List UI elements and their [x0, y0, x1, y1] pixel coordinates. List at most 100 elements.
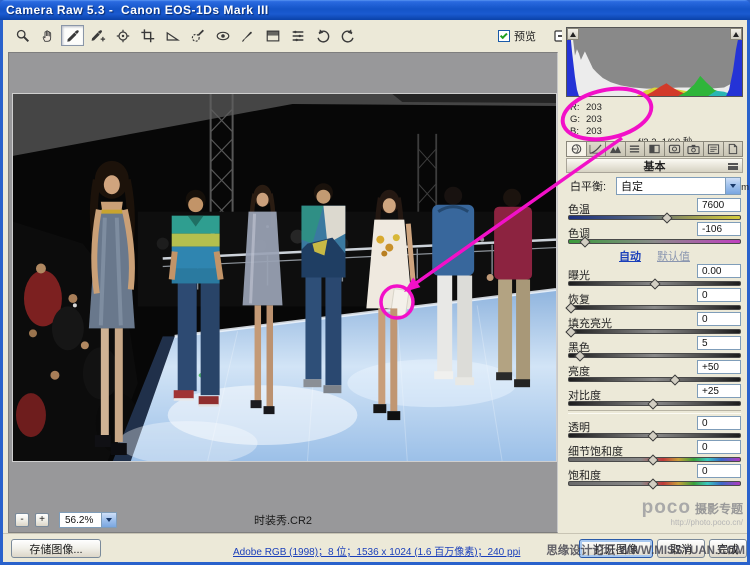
save-image-button[interactable]: 存储图像...: [11, 539, 101, 558]
highlight-clipping-icon: [733, 32, 739, 37]
saturation-value[interactable]: 0: [697, 464, 741, 478]
tone-curve-tab-icon: [588, 143, 603, 155]
exposure-value[interactable]: 0.00: [697, 264, 741, 278]
footer-bar: 存储图像... Adobe RGB (1998)；8 位；1536 x 1024…: [3, 533, 747, 562]
model-teal-polo: [172, 190, 221, 407]
recovery-value[interactable]: 0: [697, 288, 741, 302]
basic-section-title: 基本: [644, 158, 666, 174]
fill-light-track[interactable]: [568, 328, 741, 336]
preferences-tool[interactable]: [286, 25, 309, 46]
tab-tone-curve[interactable]: [587, 141, 607, 157]
saturation-track[interactable]: [568, 480, 741, 488]
detail-tab-icon: [608, 143, 623, 155]
white-balance-eyedropper-icon: [65, 28, 81, 44]
graduated-filter-tool[interactable]: [261, 25, 284, 46]
preview-label: 预览: [514, 28, 536, 44]
rotate-left-tool[interactable]: [311, 25, 334, 46]
slider-temperature: 色温 7600: [568, 200, 741, 222]
brightness-value[interactable]: +50: [697, 360, 741, 374]
tab-split-toning[interactable]: [645, 141, 665, 157]
slider-clarity: 透明 0: [568, 418, 741, 440]
tab-hsl-grayscale[interactable]: [626, 141, 646, 157]
exposure-track[interactable]: [568, 280, 741, 288]
adjustment-brush-tool[interactable]: [236, 25, 259, 46]
rgb-value-row: B:203: [570, 126, 602, 138]
missyuan-watermark: 思缘设计论坛·WWW.MISSYUAN.COM: [546, 542, 745, 558]
tab-basic[interactable]: [566, 141, 587, 157]
tab-lens-corrections[interactable]: [665, 141, 685, 157]
slider-contrast: 对比度 +25: [568, 386, 741, 408]
contrast-value[interactable]: +25: [697, 384, 741, 398]
recovery-track[interactable]: [568, 304, 741, 312]
white-balance-label: 白平衡:: [570, 178, 606, 194]
spot-removal-icon: [190, 28, 206, 44]
crop-icon: [140, 28, 156, 44]
tint-track[interactable]: [568, 238, 741, 246]
lens-tab-icon: [667, 143, 682, 155]
panel-menu-icon[interactable]: [728, 163, 738, 170]
preferences-icon: [290, 28, 306, 44]
temperature-track[interactable]: [568, 214, 741, 222]
fill-light-value[interactable]: 0: [697, 312, 741, 326]
rotate-right-icon: [340, 28, 356, 44]
brightness-track[interactable]: [568, 376, 741, 384]
photo-canvas[interactable]: [12, 93, 557, 462]
photo-image: [13, 94, 556, 461]
rgb-readout: R:203G:203B:203: [570, 102, 602, 138]
crop-tool[interactable]: [136, 25, 159, 46]
red-eye-icon: [215, 28, 231, 44]
camera-calibration-tab-icon: [686, 143, 701, 155]
slider-brightness: 亮度 +50: [568, 362, 741, 384]
slider-fill-light: 填充亮光 0: [568, 314, 741, 336]
rgb-value-row: G:203: [570, 114, 602, 126]
blacks-value[interactable]: 5: [697, 336, 741, 350]
split-toning-tab-icon: [647, 143, 662, 155]
slider-recovery: 恢复 0: [568, 290, 741, 312]
straighten-tool[interactable]: [161, 25, 184, 46]
white-balance-tool[interactable]: [61, 25, 84, 46]
blacks-track[interactable]: [568, 352, 741, 360]
clarity-value[interactable]: 0: [697, 416, 741, 430]
slider-exposure: 曝光 0.00: [568, 266, 741, 288]
spot-removal-tool[interactable]: [186, 25, 209, 46]
temperature-value[interactable]: 7600: [697, 198, 741, 212]
tab-detail[interactable]: [606, 141, 626, 157]
clarity-track[interactable]: [568, 432, 741, 440]
panel-tabs: [566, 141, 743, 157]
red-eye-tool[interactable]: [211, 25, 234, 46]
title-bar[interactable]: Camera Raw 5.3 - Canon EOS-1Ds Mark III: [0, 0, 750, 20]
workflow-options-link[interactable]: Adobe RGB (1998)；8 位；1536 x 1024 (1.6 百万…: [233, 543, 520, 558]
vibrance-value[interactable]: 0: [697, 440, 741, 454]
slider-list: 色温 7600 色调 -106 自动默认值 曝光 0.00 恢复 0 填充: [568, 200, 741, 490]
highlight-clipping-button[interactable]: [730, 28, 742, 40]
tab-presets[interactable]: [704, 141, 724, 157]
zoom-tool[interactable]: [11, 25, 34, 46]
targeted-adjustment-tool[interactable]: [111, 25, 134, 46]
image-info: R:203G:203B:203 f/3.2 1/60 秒 ISO 400 70-…: [568, 102, 743, 140]
tab-camera-calibration[interactable]: [684, 141, 704, 157]
vibrance-track[interactable]: [568, 456, 741, 464]
hand-tool-icon: [40, 28, 56, 44]
white-balance-select[interactable]: 自定: [616, 177, 741, 195]
chevron-down-icon[interactable]: [725, 178, 740, 194]
window-title: Camera Raw 5.3 - Canon EOS-1Ds Mark III: [6, 3, 269, 17]
tint-value[interactable]: -106: [697, 222, 741, 236]
adjustments-panel: R:203G:203B:203 f/3.2 1/60 秒 ISO 400 70-…: [562, 22, 747, 533]
tool-group: [3, 25, 359, 46]
poco-title: 摄影专题: [695, 502, 743, 516]
color-sampler-tool[interactable]: [86, 25, 109, 46]
tab-snapshots[interactable]: [724, 141, 744, 157]
contrast-track[interactable]: [568, 400, 741, 408]
default-link[interactable]: 默认值: [657, 251, 690, 263]
slider-vibrance: 细节饱和度 0: [568, 442, 741, 464]
snapshots-tab-icon: [725, 143, 740, 155]
white-balance-value: 自定: [617, 178, 725, 194]
shadow-clipping-button[interactable]: [567, 28, 579, 40]
histogram-plot: [567, 28, 742, 96]
hand-tool[interactable]: [36, 25, 59, 46]
slider-blacks: 黑色 5: [568, 338, 741, 360]
camera-raw-window: Camera Raw 5.3 - Canon EOS-1Ds Mark III …: [0, 0, 750, 565]
preview-checkbox[interactable]: [498, 30, 510, 42]
rotate-right-tool[interactable]: [336, 25, 359, 46]
auto-link[interactable]: 自动: [619, 251, 641, 263]
